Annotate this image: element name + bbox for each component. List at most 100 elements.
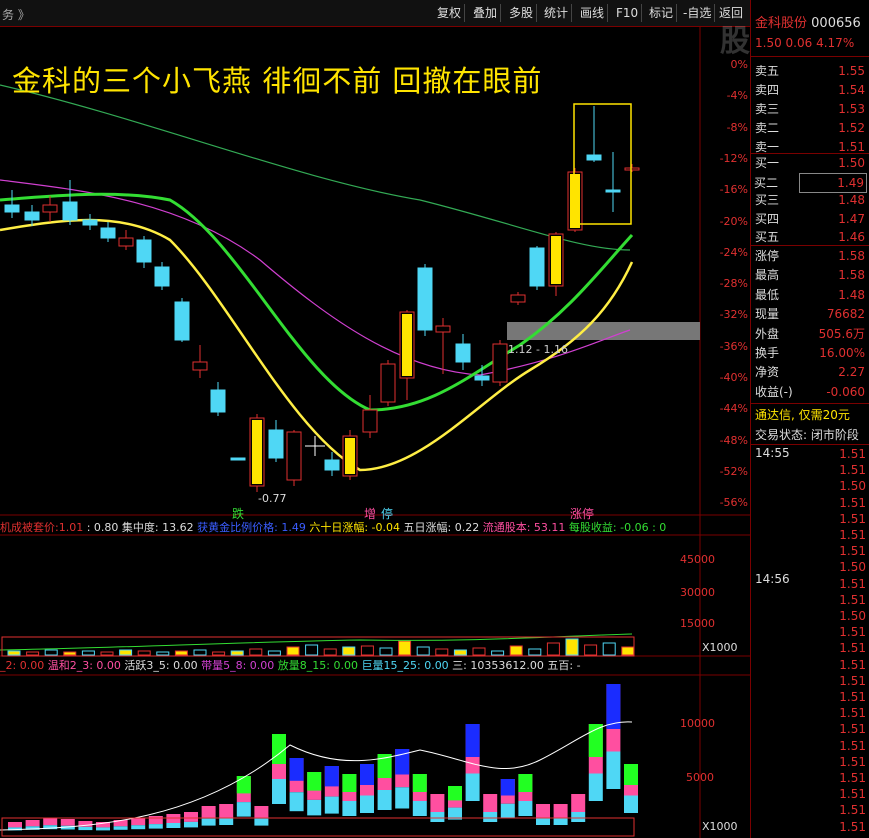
vol1-bar — [398, 640, 412, 656]
tick-row: 1.51 — [751, 705, 869, 722]
tick-row: 1.51 — [751, 543, 869, 560]
stat-row[interactable]: 现量 76682 — [755, 305, 867, 323]
bid-level-row[interactable]: 买二 1.49 — [754, 172, 867, 193]
vol2-segment-cyan — [412, 801, 427, 816]
vol1-bar — [26, 651, 40, 656]
tick-row: 1.51 — [751, 819, 869, 836]
tick-price: 1.51 — [839, 625, 866, 640]
breadcrumb[interactable]: 务 》 — [2, 6, 30, 23]
bid-level-row[interactable]: 买四 1.47 — [755, 210, 867, 228]
tick-row: 1.50 — [751, 478, 869, 495]
limit-up-fill — [402, 314, 412, 376]
five-day-label: 五日涨幅: — [400, 521, 452, 534]
candle-body — [268, 429, 284, 459]
stat-row[interactable]: 收益(-) -0.060 — [755, 383, 867, 401]
promo-notice[interactable]: 通达信, 仅需20元 — [755, 406, 850, 423]
vol1-bar — [491, 650, 505, 656]
ask-level-value: 1.55 — [838, 64, 865, 78]
tick-price: 1.51 — [839, 819, 866, 834]
tick-price: 1.51 — [839, 592, 866, 607]
stock-title[interactable]: 金科股份 000656 — [755, 12, 861, 31]
low-point-label: -0.77 — [258, 492, 287, 505]
ask-level-row[interactable]: 卖二 1.52 — [755, 119, 867, 137]
stat-label: 现量 — [755, 307, 780, 322]
candle-body — [154, 266, 170, 287]
ask-level-row[interactable]: 卖五 1.55 — [755, 62, 867, 80]
candle-body — [100, 227, 116, 239]
tick-row: 1.51 — [751, 446, 869, 463]
vol2-segment-cyan — [624, 795, 638, 813]
vol2-segment-cyan — [553, 817, 568, 825]
vol2-segment-cyan — [289, 792, 304, 812]
candle-body — [455, 343, 471, 363]
vol2-segment-pink — [536, 804, 550, 818]
kline-chart[interactable] — [0, 27, 750, 838]
vol2-segment-cyan — [518, 801, 533, 816]
vol2-segment-cyan — [571, 812, 586, 822]
sixty-day-value: -0.04 — [368, 521, 400, 534]
vol2-segment-cyan — [148, 824, 163, 829]
tick-row: 1.50 — [751, 608, 869, 625]
vol-level-500: 五百: - — [543, 659, 581, 672]
tick-row: 1.51 — [751, 689, 869, 706]
mark-button[interactable]: 标记 — [646, 4, 678, 22]
vol2-segment-top — [236, 776, 251, 794]
golden-ratio-label: 获黄金比例价格: — [193, 521, 278, 534]
vol1-bar — [193, 649, 207, 656]
stat-row[interactable]: 换手 16.00% — [755, 344, 867, 362]
vol2-segment-pink — [201, 806, 216, 819]
price-axis-label: -40% — [719, 371, 748, 384]
bid-level-row[interactable]: 买五 1.46 — [755, 228, 867, 246]
candle-body — [174, 301, 190, 341]
price-axis-label: -32% — [719, 308, 748, 322]
restore-rights-button[interactable]: 复权 — [434, 4, 466, 22]
price-change: 0.06 — [785, 36, 813, 50]
ask-level-row[interactable]: 卖三 1.53 — [755, 100, 867, 118]
statistics-button[interactable]: 统计 — [541, 4, 573, 22]
vol1-bar — [509, 645, 523, 656]
vol1-bar — [174, 650, 188, 656]
price-change-pct: 4.17% — [816, 36, 855, 50]
f10-button[interactable]: F10 — [613, 4, 643, 22]
vol1-axis-15000: 15000 — [680, 617, 715, 630]
vol1-bar — [379, 647, 393, 656]
multi-stock-button[interactable]: 多股 — [506, 4, 538, 22]
vol2-segment-cyan — [113, 826, 128, 830]
vol2-segment-pink — [553, 804, 568, 818]
stat-row[interactable]: 净资 2.27 — [755, 363, 867, 381]
draw-line-button[interactable]: 画线 — [577, 4, 609, 22]
vol1-bar — [621, 646, 635, 656]
stock-code: 000656 — [811, 16, 861, 31]
stat-row[interactable]: 涨停 1.58 — [755, 247, 867, 265]
vol1-bar — [342, 646, 356, 656]
trapped-price-label: 机成被套价: — [0, 521, 59, 534]
stat-label: 外盘 — [755, 326, 780, 341]
vol2-segment-top — [324, 766, 339, 787]
bid-level-value: 1.47 — [838, 211, 865, 226]
vol2-segment-pink — [571, 794, 586, 812]
tick-price: 1.51 — [839, 511, 866, 526]
bid-level-label: 买一 — [755, 156, 780, 170]
price-axis-label: -12% — [719, 151, 748, 165]
vol2-segment-cyan — [430, 812, 445, 822]
ask-level-row[interactable]: 卖四 1.54 — [755, 81, 867, 99]
price-axis-label: -24% — [719, 245, 748, 259]
bid-level-row[interactable]: 买三 1.48 — [755, 191, 867, 209]
stat-row[interactable]: 最低 1.48 — [755, 286, 867, 304]
bid-level-label: 买四 — [755, 211, 780, 226]
bid-level-row[interactable]: 买一 1.50 — [755, 154, 867, 172]
tick-price: 1.51 — [839, 787, 866, 802]
vol1-bar — [137, 650, 151, 656]
overlay-button[interactable]: 叠加 — [470, 4, 502, 22]
stat-row[interactable]: 外盘 505.6万 — [755, 325, 867, 343]
vol1-bar — [305, 644, 319, 656]
price-axis-label: -36% — [719, 339, 748, 353]
ask-level-label: 卖三 — [755, 102, 780, 116]
candle-body — [435, 325, 451, 333]
price-axis-label: -52% — [719, 464, 748, 478]
stat-row[interactable]: 最高 1.58 — [755, 266, 867, 284]
vol2-segment-pink — [131, 818, 146, 826]
vol1-bar — [565, 638, 579, 656]
candle-body — [136, 239, 152, 263]
ask-level-value: 1.54 — [838, 83, 865, 97]
